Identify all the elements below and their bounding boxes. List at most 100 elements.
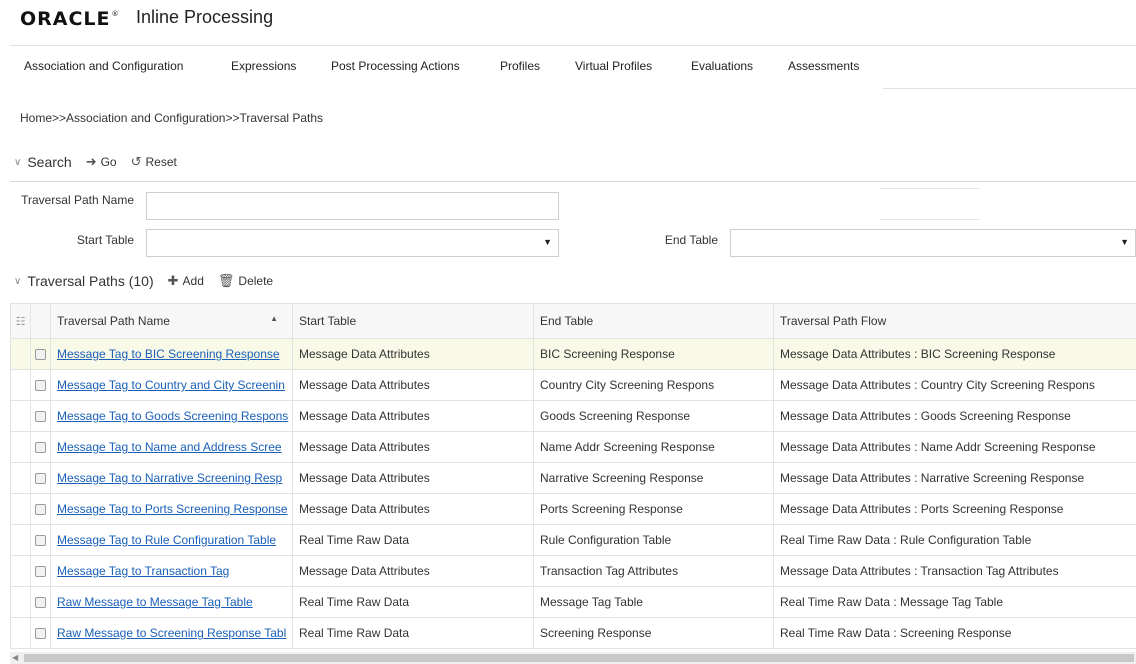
go-label: Go xyxy=(100,155,117,169)
chevron-down-icon[interactable]: ∨ xyxy=(14,276,21,287)
breadcrumb: Home>>Association and Configuration>>Tra… xyxy=(20,111,324,125)
checkbox-column-header xyxy=(30,303,51,339)
end-table-cell: Transaction Tag Attributes xyxy=(533,555,774,587)
app-header: ORACLE® Inline Processing xyxy=(0,0,1136,42)
traversal-path-link[interactable]: Message Tag to Country and City Screenin xyxy=(57,378,285,392)
tab-assessments[interactable]: Assessments xyxy=(774,46,873,88)
tab-post-processing-actions[interactable]: Post Processing Actions xyxy=(317,46,474,88)
start-table-cell: Message Data Attributes xyxy=(292,493,534,525)
start-table-cell: Message Data Attributes xyxy=(292,555,534,587)
add-button[interactable]: ✚ Add xyxy=(168,273,204,289)
column-header-start-table[interactable]: Start Table xyxy=(292,303,534,339)
table-row[interactable]: Message Tag to Name and Address Scree Me… xyxy=(10,431,1136,463)
tab-association-and-configuration[interactable]: Association and Configuration xyxy=(10,46,198,91)
row-checkbox[interactable] xyxy=(35,473,46,485)
start-table-cell: Real Time Raw Data xyxy=(292,524,534,556)
reset-button[interactable]: ↺ Reset xyxy=(131,154,177,170)
start-table-cell: Real Time Raw Data xyxy=(292,586,534,618)
traversal-path-link[interactable]: Raw Message to Screening Response Tabl xyxy=(57,626,286,640)
reset-label: Reset xyxy=(145,155,177,169)
go-button[interactable]: ➜ Go xyxy=(86,154,117,170)
row-checkbox[interactable] xyxy=(35,504,46,516)
hierarchy-icon: ☷ xyxy=(15,316,26,328)
traversal-path-flow-cell: Message Data Attributes : Narrative Scre… xyxy=(773,462,1136,494)
end-table-cell: BIC Screening Response xyxy=(533,338,774,370)
traversal-path-link[interactable]: Message Tag to Narrative Screening Resp xyxy=(57,471,282,485)
table-row[interactable]: Message Tag to Transaction Tag Message D… xyxy=(10,555,1136,587)
oracle-logo: ORACLE® xyxy=(20,8,120,30)
row-checkbox[interactable] xyxy=(35,411,46,423)
table-row[interactable]: Message Tag to Rule Configuration Table … xyxy=(10,524,1136,556)
main-tabs: Association and Configuration Expression… xyxy=(10,45,1136,91)
traversal-path-link[interactable]: Message Tag to Rule Configuration Table xyxy=(57,533,276,547)
tab-profiles[interactable]: Profiles xyxy=(486,46,554,88)
divider-line xyxy=(880,188,980,189)
grid-count: (10) xyxy=(128,273,154,289)
row-checkbox[interactable] xyxy=(35,597,46,609)
traversal-path-name-input[interactable] xyxy=(146,192,559,220)
traversal-path-link[interactable]: Message Tag to Transaction Tag xyxy=(57,564,229,578)
column-header-end-table[interactable]: End Table xyxy=(533,303,774,339)
app-title: Inline Processing xyxy=(136,7,274,27)
start-table-select[interactable]: ▼ xyxy=(146,229,559,257)
table-row[interactable]: Raw Message to Screening Response Tabl R… xyxy=(10,617,1136,649)
divider-line xyxy=(880,219,980,220)
traversal-path-link[interactable]: Message Tag to BIC Screening Response xyxy=(57,347,280,361)
trash-icon: 🗑 xyxy=(217,273,235,288)
end-table-cell: Screening Response xyxy=(533,617,774,649)
start-table-cell: Message Data Attributes xyxy=(292,369,534,401)
table-row[interactable]: Message Tag to Narrative Screening Resp … xyxy=(10,462,1136,494)
tab-virtual-profiles[interactable]: Virtual Profiles xyxy=(561,46,666,88)
hierarchy-column-header[interactable]: ☷ xyxy=(10,303,31,339)
arrow-right-icon: ➜ xyxy=(85,154,97,169)
chevron-down-icon[interactable]: ∨ xyxy=(14,157,21,168)
start-table-cell: Real Time Raw Data xyxy=(292,617,534,649)
row-checkbox[interactable] xyxy=(35,349,46,361)
tab-evaluations[interactable]: Evaluations xyxy=(677,46,767,88)
traversal-path-flow-cell: Message Data Attributes : Goods Screenin… xyxy=(773,400,1136,432)
table-row[interactable]: Message Tag to Goods Screening Respons M… xyxy=(10,400,1136,432)
end-table-cell: Country City Screening Respons xyxy=(533,369,774,401)
refresh-icon: ↺ xyxy=(130,154,142,169)
column-header-traversal-path-name[interactable]: Traversal Path Name ▲ xyxy=(50,303,293,339)
traversal-path-link[interactable]: Message Tag to Ports Screening Response xyxy=(57,502,288,516)
start-table-cell: Message Data Attributes xyxy=(292,462,534,494)
start-table-cell: Message Data Attributes xyxy=(292,400,534,432)
traversal-paths-header: ∨ Traversal Paths (10) ✚ Add 🗑 Delete xyxy=(14,273,273,289)
delete-label: Delete xyxy=(238,274,274,288)
table-row[interactable]: Message Tag to Country and City Screenin… xyxy=(10,369,1136,401)
table-row[interactable]: Raw Message to Message Tag Table Real Ti… xyxy=(10,586,1136,618)
traversal-path-link[interactable]: Raw Message to Message Tag Table xyxy=(57,595,253,609)
row-checkbox[interactable] xyxy=(35,442,46,454)
traversal-path-flow-cell: Message Data Attributes : Name Addr Scre… xyxy=(773,431,1136,463)
table-row[interactable]: Message Tag to BIC Screening Response Me… xyxy=(10,338,1136,370)
delete-button[interactable]: 🗑 Delete xyxy=(218,273,273,289)
traversal-path-link[interactable]: Message Tag to Name and Address Scree xyxy=(57,440,282,454)
column-header-traversal-path-flow[interactable]: Traversal Path Flow xyxy=(773,303,1136,339)
search-section-header: ∨ Search ➜ Go ↺ Reset xyxy=(14,154,177,170)
row-checkbox[interactable] xyxy=(35,380,46,392)
end-table-cell: Rule Configuration Table xyxy=(533,524,774,556)
row-checkbox[interactable] xyxy=(35,535,46,547)
search-title: Search xyxy=(27,154,72,170)
traversal-path-flow-cell: Real Time Raw Data : Screening Response xyxy=(773,617,1136,649)
table-row[interactable]: Message Tag to Ports Screening Response … xyxy=(10,493,1136,525)
scroll-left-icon[interactable]: ◀ xyxy=(12,652,18,664)
row-checkbox[interactable] xyxy=(35,628,46,640)
scrollbar-thumb[interactable] xyxy=(24,654,1134,662)
table-header-row: ☷ Traversal Path Name ▲ Start Table End T… xyxy=(10,303,1136,339)
traversal-paths-table: ☷ Traversal Path Name ▲ Start Table End T… xyxy=(10,303,1136,649)
caret-down-icon: ▼ xyxy=(1120,237,1129,247)
traversal-path-flow-cell: Message Data Attributes : Transaction Ta… xyxy=(773,555,1136,587)
row-checkbox[interactable] xyxy=(35,566,46,578)
end-table-select[interactable]: ▼ xyxy=(730,229,1136,257)
sort-asc-icon[interactable]: ▲ xyxy=(270,314,278,323)
horizontal-scrollbar[interactable]: ◀ xyxy=(10,652,1136,664)
traversal-path-flow-cell: Message Data Attributes : Ports Screenin… xyxy=(773,493,1136,525)
end-table-cell: Message Tag Table xyxy=(533,586,774,618)
traversal-path-name-label: Traversal Path Name xyxy=(21,193,134,207)
plus-icon: ✚ xyxy=(167,273,179,288)
traversal-path-link[interactable]: Message Tag to Goods Screening Respons xyxy=(57,409,288,423)
tab-expressions[interactable]: Expressions xyxy=(217,46,310,88)
tabbar-divider xyxy=(883,88,1136,89)
